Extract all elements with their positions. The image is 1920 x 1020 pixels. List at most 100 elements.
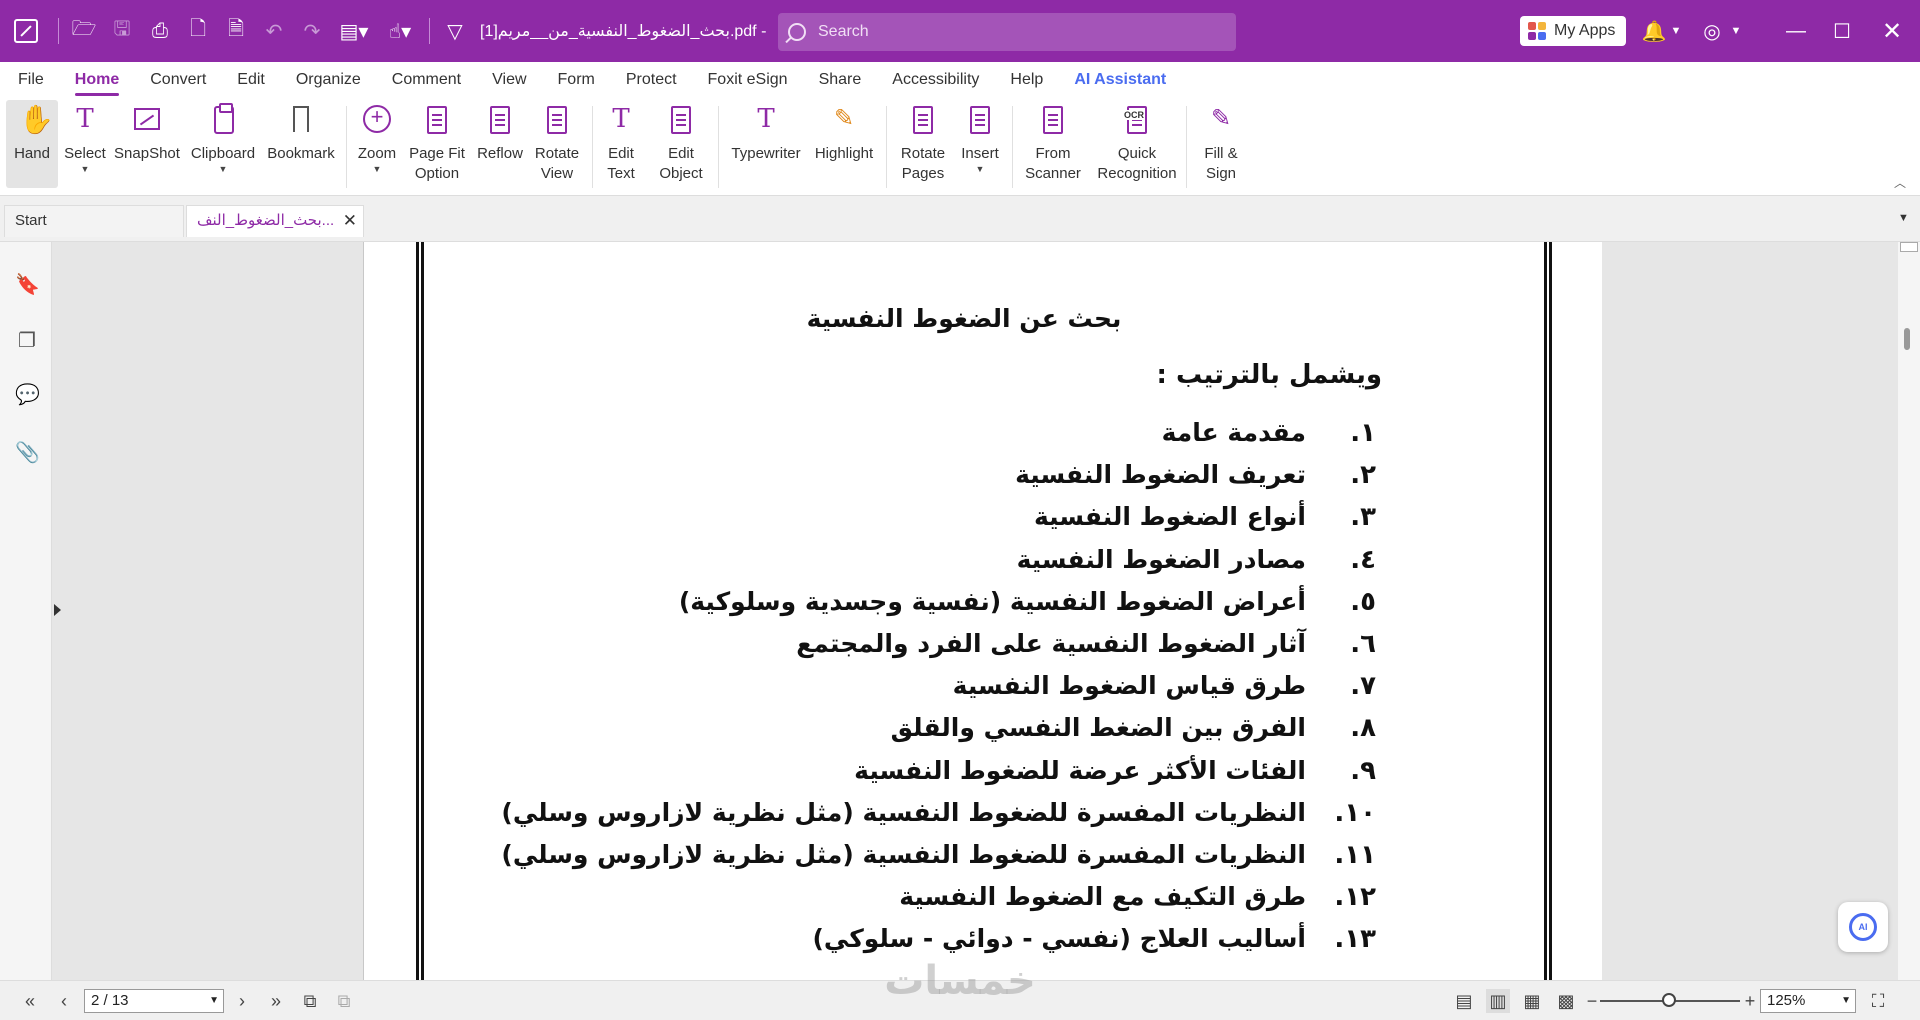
facing-view-icon[interactable]: ▦ — [1520, 989, 1544, 1013]
tab-convert[interactable]: Convert — [144, 62, 220, 98]
close-window-icon[interactable]: ✕ — [1872, 0, 1912, 62]
open-folder-icon[interactable]: 🗁 — [65, 0, 103, 62]
foxit-logo-icon[interactable] — [0, 19, 52, 43]
reflow-button[interactable]: Reflow — [472, 100, 528, 188]
quick-access-dropdown-icon[interactable]: ▽ — [436, 0, 474, 62]
tab-comment[interactable]: Comment — [386, 62, 475, 98]
ai-assistant-float-button[interactable]: AI — [1838, 902, 1888, 952]
list-item-number: ٤. — [1350, 545, 1376, 575]
rotate-pages-button[interactable]: Rotate Pages — [892, 100, 954, 188]
vertical-scrollbar[interactable] — [1898, 242, 1920, 980]
tab-edit[interactable]: Edit — [231, 62, 279, 98]
snapshot-button[interactable]: SnapShot — [112, 100, 182, 188]
first-page-icon[interactable]: « — [18, 989, 42, 1013]
insert-button[interactable]: Insert ▼ — [958, 100, 1002, 188]
bookmarks-panel-icon[interactable]: 🔖 — [15, 272, 40, 298]
notification-dropdown-icon[interactable]: ▼ — [1668, 0, 1684, 62]
my-apps-button[interactable]: My Apps — [1520, 16, 1626, 46]
tab-help[interactable]: Help — [1004, 62, 1057, 98]
attachments-panel-icon[interactable]: 📎 — [15, 440, 40, 466]
collapse-ribbon-icon[interactable]: ︿ — [1894, 174, 1906, 191]
zoom-dropdown-icon[interactable]: ▼ — [1841, 990, 1851, 1012]
tab-view[interactable]: View — [486, 62, 540, 98]
title-separator — [58, 18, 59, 44]
next-view-icon[interactable]: ⧉ — [332, 989, 356, 1013]
from-scanner-button[interactable]: From Scanner — [1018, 100, 1088, 188]
page-dropdown-icon[interactable]: ▼ — [209, 990, 219, 1012]
zoom-slider-knob[interactable] — [1662, 993, 1676, 1007]
edit-text-button[interactable]: T Edit Text — [598, 100, 644, 188]
hand-tool-button[interactable]: ✋ Hand — [6, 100, 58, 188]
notification-bell-icon[interactable]: 🔔 — [1640, 0, 1668, 62]
tab-home[interactable]: Home — [69, 62, 133, 98]
next-page-icon[interactable]: › — [230, 989, 254, 1013]
create-pdf-icon[interactable]: 🗋 — [179, 0, 217, 62]
apps-grid-icon — [1528, 22, 1546, 40]
document-heading: بحث عن الضغوط النفسية — [806, 304, 1122, 333]
search-box[interactable] — [778, 13, 1236, 51]
typewriter-button[interactable]: T Typewriter — [726, 100, 806, 188]
select-label: Select — [64, 145, 106, 162]
page-number-input[interactable]: 2 / 13 ▼ — [84, 989, 224, 1013]
tab-file[interactable]: File — [12, 62, 58, 98]
edit-object-icon — [671, 106, 691, 134]
zoom-level-select[interactable]: 125% ▼ — [1760, 989, 1856, 1013]
previous-page-icon[interactable]: ‹ — [52, 989, 76, 1013]
tab-foxit-esign[interactable]: Foxit eSign — [702, 62, 802, 98]
edit-object-button[interactable]: Edit Object — [650, 100, 712, 188]
tab-form[interactable]: Form — [552, 62, 609, 98]
insert-dropdown-icon: ▼ — [975, 164, 985, 174]
highlight-button[interactable]: ✎ Highlight — [810, 100, 878, 188]
document-viewer[interactable]: بحث عن الضغوط النفسية ويشمل بالترتيب : ١… — [364, 242, 1920, 980]
rotate-view-button[interactable]: Rotate View — [530, 100, 584, 188]
clipboard-button[interactable]: Clipboard ▼ — [186, 100, 260, 188]
title-bar: 🗁 🖫 ⎙ 🗋 🗎 ↶ ↷ ▤▾ ☝▾ ▽ بحث_الضغوط_النفسية… — [0, 0, 1920, 62]
previous-view-icon[interactable]: ⧉ — [298, 989, 322, 1013]
account-icon[interactable]: ◎ — [1698, 0, 1726, 62]
tab-accessibility[interactable]: Accessibility — [886, 62, 993, 98]
maximize-icon[interactable]: ☐ — [1822, 0, 1862, 62]
pages-panel-icon[interactable]: ❐ — [15, 328, 39, 354]
document-tab-bar: Start بحث_الضغوط_النف... ✕ ▼ — [0, 196, 1920, 242]
insert-label: Insert — [961, 145, 999, 162]
list-item-number: ١٣. — [1334, 924, 1376, 954]
search-input[interactable] — [818, 23, 1198, 41]
clipboard-icon — [214, 103, 234, 134]
save-icon[interactable]: 🖫 — [103, 0, 141, 62]
tab-start[interactable]: Start — [4, 205, 184, 237]
zoom-icon — [363, 104, 391, 133]
full-screen-icon[interactable]: ⛶ — [1866, 989, 1890, 1013]
tab-organize[interactable]: Organize — [290, 62, 375, 98]
tab-list-dropdown-icon[interactable]: ▼ — [1898, 212, 1909, 224]
continuous-view-icon[interactable]: ▥ — [1486, 989, 1510, 1013]
screen-capture-icon[interactable]: ▤▾ — [331, 0, 377, 62]
page-fit-option-button[interactable]: Page Fit Option — [406, 100, 468, 188]
zoom-in-icon[interactable]: + — [1738, 989, 1762, 1013]
account-dropdown-icon[interactable]: ▼ — [1728, 0, 1744, 62]
tab-ai-assistant[interactable]: AI Assistant — [1068, 62, 1180, 98]
scrollbar-thumb[interactable] — [1904, 328, 1910, 350]
select-tool-button[interactable]: T Select ▼ — [60, 100, 110, 188]
new-file-icon[interactable]: 🗎 — [217, 0, 255, 62]
scrollbar-top-handle[interactable] — [1900, 242, 1918, 252]
list-item-text: آثار الضغوط النفسية على الفرد والمجتمع — [796, 629, 1306, 658]
redo-icon[interactable]: ↷ — [293, 0, 331, 62]
continuous-facing-view-icon[interactable]: ▩ — [1554, 989, 1578, 1013]
touch-mode-icon[interactable]: ☝▾ — [377, 0, 423, 62]
print-icon[interactable]: ⎙ — [141, 0, 179, 62]
bookmark-button[interactable]: Bookmark — [264, 100, 338, 188]
comments-panel-icon[interactable]: 💬 — [15, 382, 40, 408]
tab-share[interactable]: Share — [813, 62, 876, 98]
fill-sign-button[interactable]: ✎ Fill & Sign — [1194, 100, 1248, 188]
zoom-button[interactable]: Zoom ▼ — [352, 100, 402, 188]
single-page-view-icon[interactable]: ▤ — [1452, 989, 1476, 1013]
tab-document[interactable]: بحث_الضغوط_النف... ✕ — [186, 205, 364, 237]
last-page-icon[interactable]: » — [264, 989, 288, 1013]
minimize-icon[interactable]: — — [1776, 0, 1816, 62]
page-fit-icon — [427, 106, 447, 134]
quick-recognition-button[interactable]: OCR Quick Recognition — [1094, 100, 1180, 188]
expand-panel-icon[interactable] — [54, 604, 61, 616]
undo-icon[interactable]: ↶ — [255, 0, 293, 62]
tab-protect[interactable]: Protect — [620, 62, 691, 98]
close-tab-icon[interactable]: ✕ — [343, 206, 357, 236]
